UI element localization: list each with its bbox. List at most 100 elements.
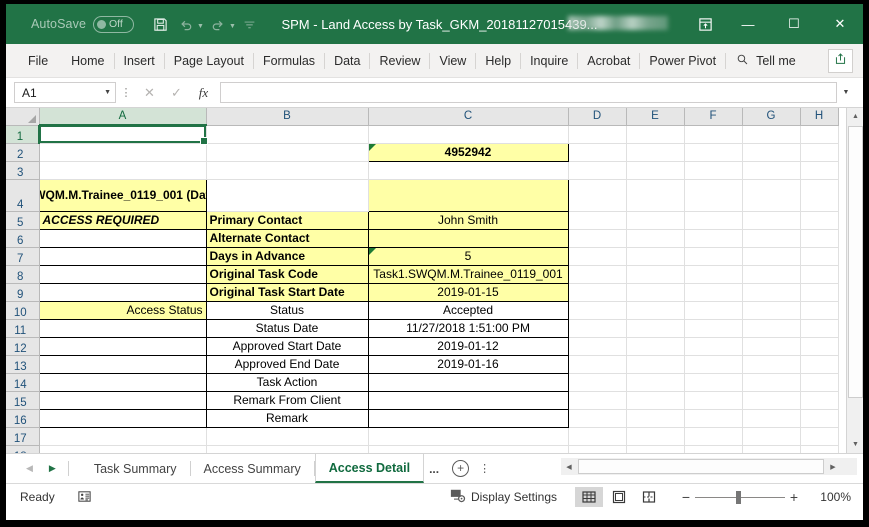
row-header-3[interactable]: 3 xyxy=(6,161,40,180)
cell-H3[interactable] xyxy=(800,161,839,180)
cell-F7[interactable] xyxy=(684,247,743,266)
cell-G17[interactable] xyxy=(742,427,801,446)
cell-D8[interactable] xyxy=(568,265,627,284)
redo-dropdown-icon[interactable]: ▼ xyxy=(229,23,236,30)
cell-F4[interactable] xyxy=(684,179,743,212)
ribbon-tab-inquire[interactable]: Inquire xyxy=(521,44,577,78)
cell-B11[interactable]: Status Date xyxy=(205,318,369,338)
cell-A8[interactable] xyxy=(38,264,207,284)
cell-C18[interactable] xyxy=(368,445,569,453)
cell-D10[interactable] xyxy=(568,301,627,320)
row-header-17[interactable]: 17 xyxy=(6,427,40,446)
cell-A10[interactable]: Access Status xyxy=(38,300,207,320)
scroll-left-icon[interactable]: ◀ xyxy=(561,458,577,475)
cell-H14[interactable] xyxy=(800,373,839,392)
cell-G16[interactable] xyxy=(742,409,801,428)
cell-E7[interactable] xyxy=(626,247,685,266)
tell-me-search[interactable]: Tell me xyxy=(726,53,806,69)
cell-H13[interactable] xyxy=(800,355,839,374)
cell-G3[interactable] xyxy=(742,161,801,180)
sheet-tab-access-detail[interactable]: Access Detail xyxy=(314,453,425,483)
cell-H8[interactable] xyxy=(800,265,839,284)
cell-H5[interactable] xyxy=(800,211,839,230)
cell-E1[interactable] xyxy=(626,125,685,144)
cell-D13[interactable] xyxy=(568,355,627,374)
zoom-in-button[interactable]: + xyxy=(785,489,803,505)
cell-G18[interactable] xyxy=(742,445,801,453)
cell-C10[interactable]: Accepted xyxy=(367,300,569,320)
ribbon-tab-power-pivot[interactable]: Power Pivot xyxy=(640,44,725,78)
sheet-tab-access-summary[interactable]: Access Summary xyxy=(191,454,314,483)
cell-G13[interactable] xyxy=(742,355,801,374)
cell-C6[interactable] xyxy=(367,228,569,248)
cell-D16[interactable] xyxy=(568,409,627,428)
cell-H1[interactable] xyxy=(800,125,839,144)
cell-C4[interactable] xyxy=(367,178,569,212)
cell-G14[interactable] xyxy=(742,373,801,392)
sheet-tab-task-summary[interactable]: Task Summary xyxy=(81,454,190,483)
cell-E17[interactable] xyxy=(626,427,685,446)
cell-E16[interactable] xyxy=(626,409,685,428)
cell-D11[interactable] xyxy=(568,319,627,338)
cell-G15[interactable] xyxy=(742,391,801,410)
cell-C13[interactable]: 2019-01-16 xyxy=(367,354,569,374)
cell-H11[interactable] xyxy=(800,319,839,338)
zoom-slider[interactable] xyxy=(695,490,785,504)
cell-E11[interactable] xyxy=(626,319,685,338)
cell-F17[interactable] xyxy=(684,427,743,446)
row-header-10[interactable]: 10 xyxy=(6,301,40,320)
cell-B6[interactable]: Alternate Contact xyxy=(205,228,369,248)
minimize-button[interactable]: — xyxy=(725,4,771,44)
page-break-preview-icon[interactable] xyxy=(635,487,663,507)
worksheet-grid[interactable]: ABCDEFGH 12 4952942 34Task: Task1.SWQM.M.T… xyxy=(6,108,863,453)
cell-A5[interactable]: ACCESS REQUIRED xyxy=(38,210,207,230)
cell-B7[interactable]: Days in Advance xyxy=(205,246,369,266)
normal-view-icon[interactable] xyxy=(575,487,603,507)
cell-D18[interactable] xyxy=(568,445,627,453)
cell-A15[interactable] xyxy=(38,390,207,410)
ribbon-tab-help[interactable]: Help xyxy=(476,44,520,78)
cell-H10[interactable] xyxy=(800,301,839,320)
cell-A3[interactable] xyxy=(39,161,207,180)
error-indicator-triangle-icon[interactable] xyxy=(369,144,376,151)
cell-C7[interactable]: 5 xyxy=(367,246,569,266)
cell-F13[interactable] xyxy=(684,355,743,374)
row-header-12[interactable]: 12 xyxy=(6,337,40,356)
accessibility-checker-icon[interactable] xyxy=(77,489,92,504)
cell-H6[interactable] xyxy=(800,229,839,248)
cell-F9[interactable] xyxy=(684,283,743,302)
cell-B9[interactable]: Original Task Start Date xyxy=(205,282,369,302)
cell-C11[interactable]: 11/27/2018 1:51:00 PM xyxy=(367,318,569,338)
sheet-overflow-menu-icon[interactable]: ⋮ xyxy=(479,462,490,475)
row-header-15[interactable]: 15 xyxy=(6,391,40,410)
cell-C1[interactable] xyxy=(368,125,569,144)
cell-D5[interactable] xyxy=(568,211,627,230)
cell-E18[interactable] xyxy=(626,445,685,453)
column-header-A[interactable]: A xyxy=(39,108,207,126)
display-settings-button[interactable]: Display Settings xyxy=(450,488,557,507)
cell-E15[interactable] xyxy=(626,391,685,410)
cell-D2[interactable] xyxy=(568,143,627,162)
cell-G4[interactable] xyxy=(742,179,801,212)
cell-B8[interactable]: Original Task Code xyxy=(205,264,369,284)
column-header-H[interactable]: H xyxy=(800,108,839,126)
cell-A9[interactable] xyxy=(38,282,207,302)
cell-E12[interactable] xyxy=(626,337,685,356)
cell-H18[interactable] xyxy=(800,445,839,453)
cell-C2[interactable]: 4952942 xyxy=(367,142,569,162)
customize-quick-access-toolbar-icon[interactable] xyxy=(238,12,262,36)
cell-E2[interactable] xyxy=(626,143,685,162)
share-button[interactable] xyxy=(828,49,853,73)
cell-C8[interactable]: Task1.SWQM.M.Trainee_0119_001 xyxy=(367,264,569,284)
cell-F11[interactable] xyxy=(684,319,743,338)
cell-F5[interactable] xyxy=(684,211,743,230)
row-header-2[interactable]: 2 xyxy=(6,143,40,162)
cell-G6[interactable] xyxy=(742,229,801,248)
cell-E9[interactable] xyxy=(626,283,685,302)
cell-C12[interactable]: 2019-01-12 xyxy=(367,336,569,356)
horizontal-scroll-thumb[interactable] xyxy=(578,459,824,474)
cell-H2[interactable] xyxy=(800,143,839,162)
row-header-1[interactable]: 1 xyxy=(6,125,40,144)
column-header-G[interactable]: G xyxy=(742,108,801,126)
error-indicator-triangle-icon[interactable] xyxy=(369,248,376,255)
